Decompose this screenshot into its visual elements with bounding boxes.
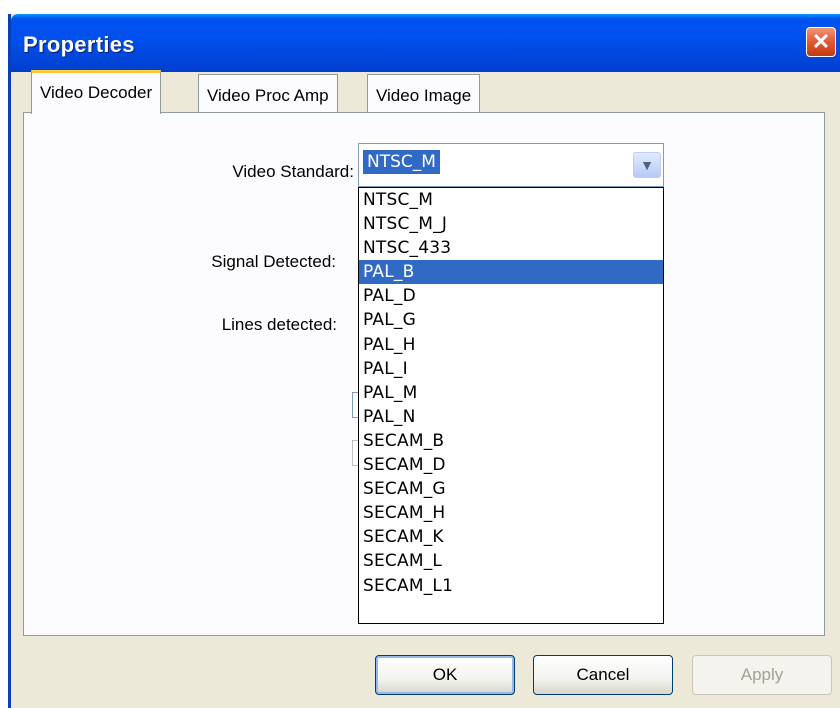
apply-button[interactable]: Apply [692, 655, 832, 695]
dropdown-option[interactable]: SECAM_L1 [359, 574, 663, 598]
cancel-button[interactable]: Cancel [533, 655, 673, 695]
video-standard-label: Video Standard: [232, 162, 354, 182]
dropdown-option[interactable]: PAL_H [359, 333, 663, 357]
dropdown-option[interactable]: SECAM_G [359, 477, 663, 501]
dropdown-option[interactable]: SECAM_H [359, 501, 663, 525]
lines-detected-label: Lines detected: [221, 315, 337, 334]
dropdown-option[interactable]: SECAM_K [359, 525, 663, 549]
tab-video-decoder[interactable]: Video Decoder [31, 70, 162, 114]
ok-button[interactable]: OK [375, 655, 515, 695]
dropdown-option[interactable]: NTSC_433 [359, 236, 663, 260]
title-bar[interactable]: Properties ✕ [11, 14, 840, 72]
tab-video-image[interactable]: Video Image [367, 74, 481, 112]
dropdown-option[interactable]: PAL_B [359, 260, 663, 285]
dropdown-option[interactable]: SECAM_B [359, 429, 663, 453]
video-standard-label-text: Video Standard: [232, 162, 354, 181]
dropdown-option[interactable]: PAL_M [359, 381, 663, 405]
dropdown-option[interactable]: SECAM_D [359, 453, 663, 477]
signal-detected-label: Signal Detected: [211, 252, 336, 271]
close-button[interactable]: ✕ [806, 27, 836, 57]
video-standard-value: NTSC_M [363, 150, 440, 174]
chevron-down-icon[interactable]: ▼ [633, 152, 661, 178]
dropdown-option[interactable]: PAL_N [359, 405, 663, 429]
dropdown-option[interactable]: NTSC_M [359, 188, 663, 212]
dropdown-option[interactable]: SECAM_L [359, 549, 663, 573]
video-standard-dropdown[interactable]: NTSC_M NTSC_M_J NTSC_433 PAL_B PAL_D PAL_G PAL… [358, 187, 664, 624]
dropdown-option[interactable]: PAL_I [359, 357, 663, 381]
video-standard-combo[interactable]: NTSC_M ▼ [358, 143, 664, 187]
dropdown-option[interactable]: PAL_D [359, 284, 663, 308]
dropdown-option[interactable]: NTSC_M_J [359, 212, 663, 236]
dropdown-option[interactable]: PAL_G [359, 308, 663, 332]
tab-video-proc-amp[interactable]: Video Proc Amp [198, 74, 338, 112]
window-title: Properties [23, 32, 135, 57]
